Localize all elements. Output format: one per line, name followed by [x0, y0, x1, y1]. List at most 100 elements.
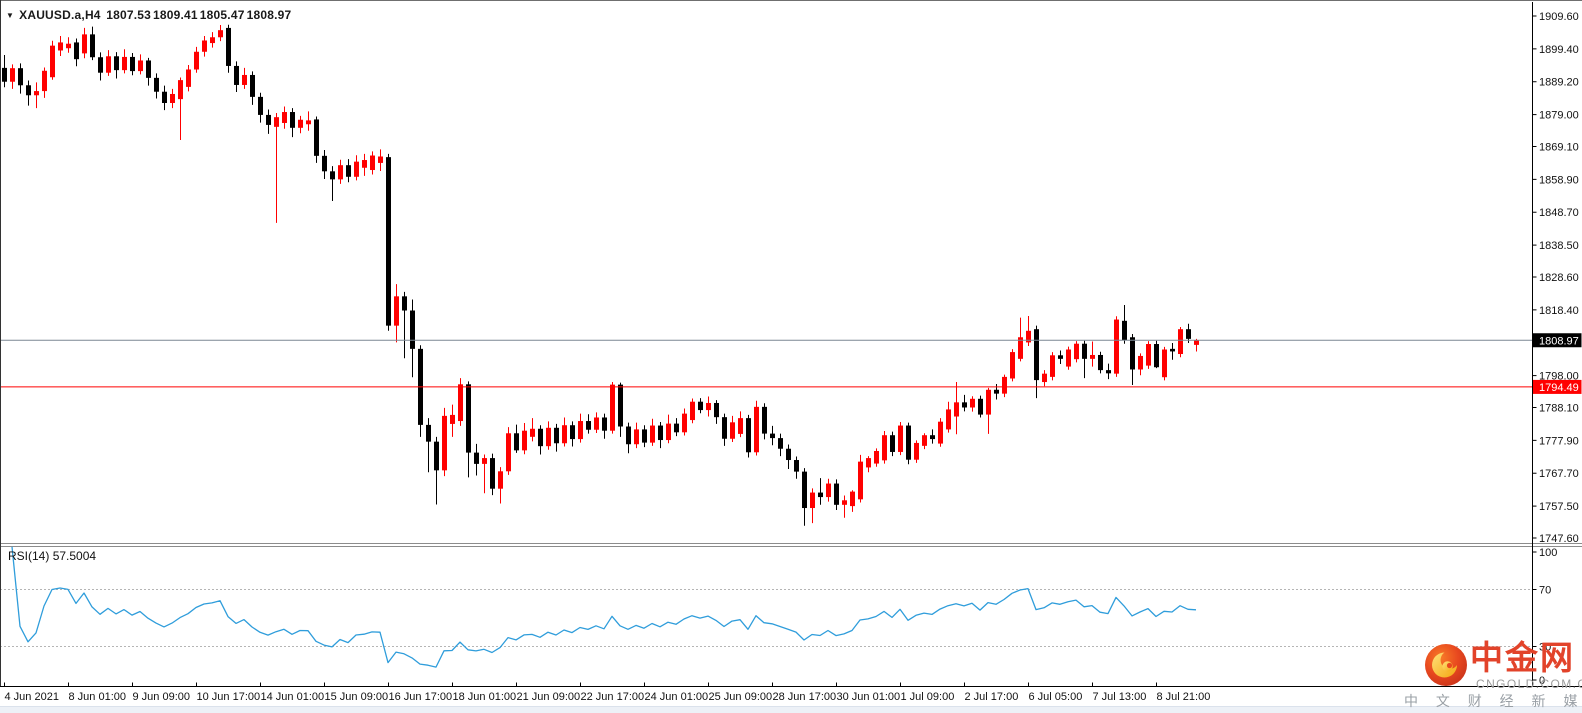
candle — [242, 67, 247, 89]
candle — [618, 382, 623, 437]
svg-text:1777.90: 1777.90 — [1539, 435, 1579, 447]
symbol-label: XAUUSD.a,H4 — [19, 8, 101, 22]
candle — [90, 26, 95, 61]
candle — [866, 456, 871, 473]
candle — [562, 417, 567, 447]
candle — [1002, 374, 1007, 398]
svg-text:15 Jun 09:00: 15 Jun 09:00 — [325, 691, 389, 703]
svg-text:30: 30 — [1539, 642, 1551, 654]
candle — [858, 454, 863, 503]
candle — [322, 150, 327, 180]
svg-text:1848.70: 1848.70 — [1539, 207, 1579, 219]
candle — [130, 53, 135, 76]
time-axis[interactable]: 4 Jun 2021 8 Jun 01:00 9 Jun 09:00 10 Jun 1… — [4, 682, 1211, 704]
candle — [826, 478, 831, 502]
candle — [1058, 350, 1063, 364]
candle — [114, 52, 119, 79]
candle — [218, 25, 223, 42]
chart-canvas[interactable]: 1909.60 1899.40 1889.20 1879.00 1869.10 1858.… — [0, 0, 1582, 713]
quote-low: 1805.47 — [199, 8, 245, 22]
candle — [650, 418, 655, 446]
support-price-badge: 1794.49 — [1533, 379, 1582, 394]
candle — [178, 77, 183, 141]
candle — [314, 116, 319, 163]
candle — [362, 153, 367, 176]
candle — [642, 425, 647, 448]
candle — [1154, 340, 1159, 369]
symbol-dropdown-icon[interactable]: ▼ — [6, 11, 14, 20]
candle — [1050, 352, 1055, 381]
candle — [890, 431, 895, 457]
candle — [1026, 315, 1031, 346]
candle — [250, 71, 255, 105]
candle — [26, 80, 31, 106]
candle — [506, 427, 511, 475]
bottom-scrollbar-strip[interactable] — [0, 706, 1582, 713]
svg-text:1788.10: 1788.10 — [1539, 402, 1579, 414]
candle — [482, 454, 487, 494]
candle — [970, 396, 975, 412]
candle — [546, 421, 551, 450]
candle — [714, 400, 719, 424]
candle — [1178, 326, 1183, 358]
candle — [762, 403, 767, 440]
panel-separator[interactable] — [0, 543, 1582, 547]
candle — [570, 421, 575, 447]
candle — [274, 112, 279, 223]
candle — [474, 443, 479, 476]
candle — [898, 421, 903, 456]
rsi-axis[interactable]: 100 70 30 0 — [1532, 547, 1558, 687]
candle — [682, 408, 687, 436]
svg-text:21 Jun 09:00: 21 Jun 09:00 — [517, 691, 581, 703]
candle — [466, 381, 471, 478]
candle — [282, 106, 287, 129]
candle — [986, 387, 991, 434]
svg-text:1794.49: 1794.49 — [1539, 382, 1579, 394]
candle — [794, 456, 799, 479]
candle — [170, 88, 175, 109]
candle — [730, 415, 735, 442]
candle — [738, 411, 743, 438]
candle — [914, 440, 919, 463]
candle — [938, 418, 943, 447]
candle — [962, 394, 967, 412]
candle — [514, 424, 519, 453]
candle — [266, 109, 271, 134]
candle — [386, 153, 391, 331]
svg-text:0: 0 — [1539, 675, 1545, 687]
svg-text:1767.70: 1767.70 — [1539, 468, 1579, 480]
candle — [1082, 340, 1087, 379]
candle — [394, 284, 399, 343]
candle — [530, 418, 535, 442]
svg-text:1858.90: 1858.90 — [1539, 174, 1579, 186]
candle — [674, 418, 679, 437]
candle — [1090, 341, 1095, 367]
candle — [138, 54, 143, 75]
candle — [18, 63, 23, 94]
rsi-indicator-label: RSI(14) 57.5004 — [8, 549, 96, 563]
candle — [306, 111, 311, 131]
mt4-chart-window: 1909.60 1899.40 1889.20 1879.00 1869.10 1858.… — [0, 0, 1582, 713]
rsi-value: 57.5004 — [52, 549, 97, 563]
svg-text:1757.50: 1757.50 — [1539, 501, 1579, 513]
price-axis[interactable]: 1909.60 1899.40 1889.20 1879.00 1869.10 1858.… — [1532, 11, 1579, 545]
candle — [706, 396, 711, 417]
candles-group — [2, 24, 1199, 526]
candle — [194, 46, 199, 73]
candle — [754, 400, 759, 456]
svg-text:10 Jun 17:00: 10 Jun 17:00 — [197, 691, 261, 703]
rsi-line — [11, 546, 1197, 668]
candle — [746, 414, 751, 458]
candle — [930, 429, 935, 444]
candle — [610, 382, 615, 434]
candle — [578, 413, 583, 443]
candle — [2, 54, 7, 88]
svg-text:16 Jun 17:00: 16 Jun 17:00 — [389, 691, 453, 703]
svg-text:100: 100 — [1539, 547, 1557, 559]
candle — [162, 85, 167, 111]
candle — [330, 166, 335, 201]
candle — [978, 395, 983, 418]
svg-text:6 Jul 05:00: 6 Jul 05:00 — [1029, 691, 1083, 703]
candle — [1146, 341, 1151, 369]
candle — [1130, 334, 1135, 385]
